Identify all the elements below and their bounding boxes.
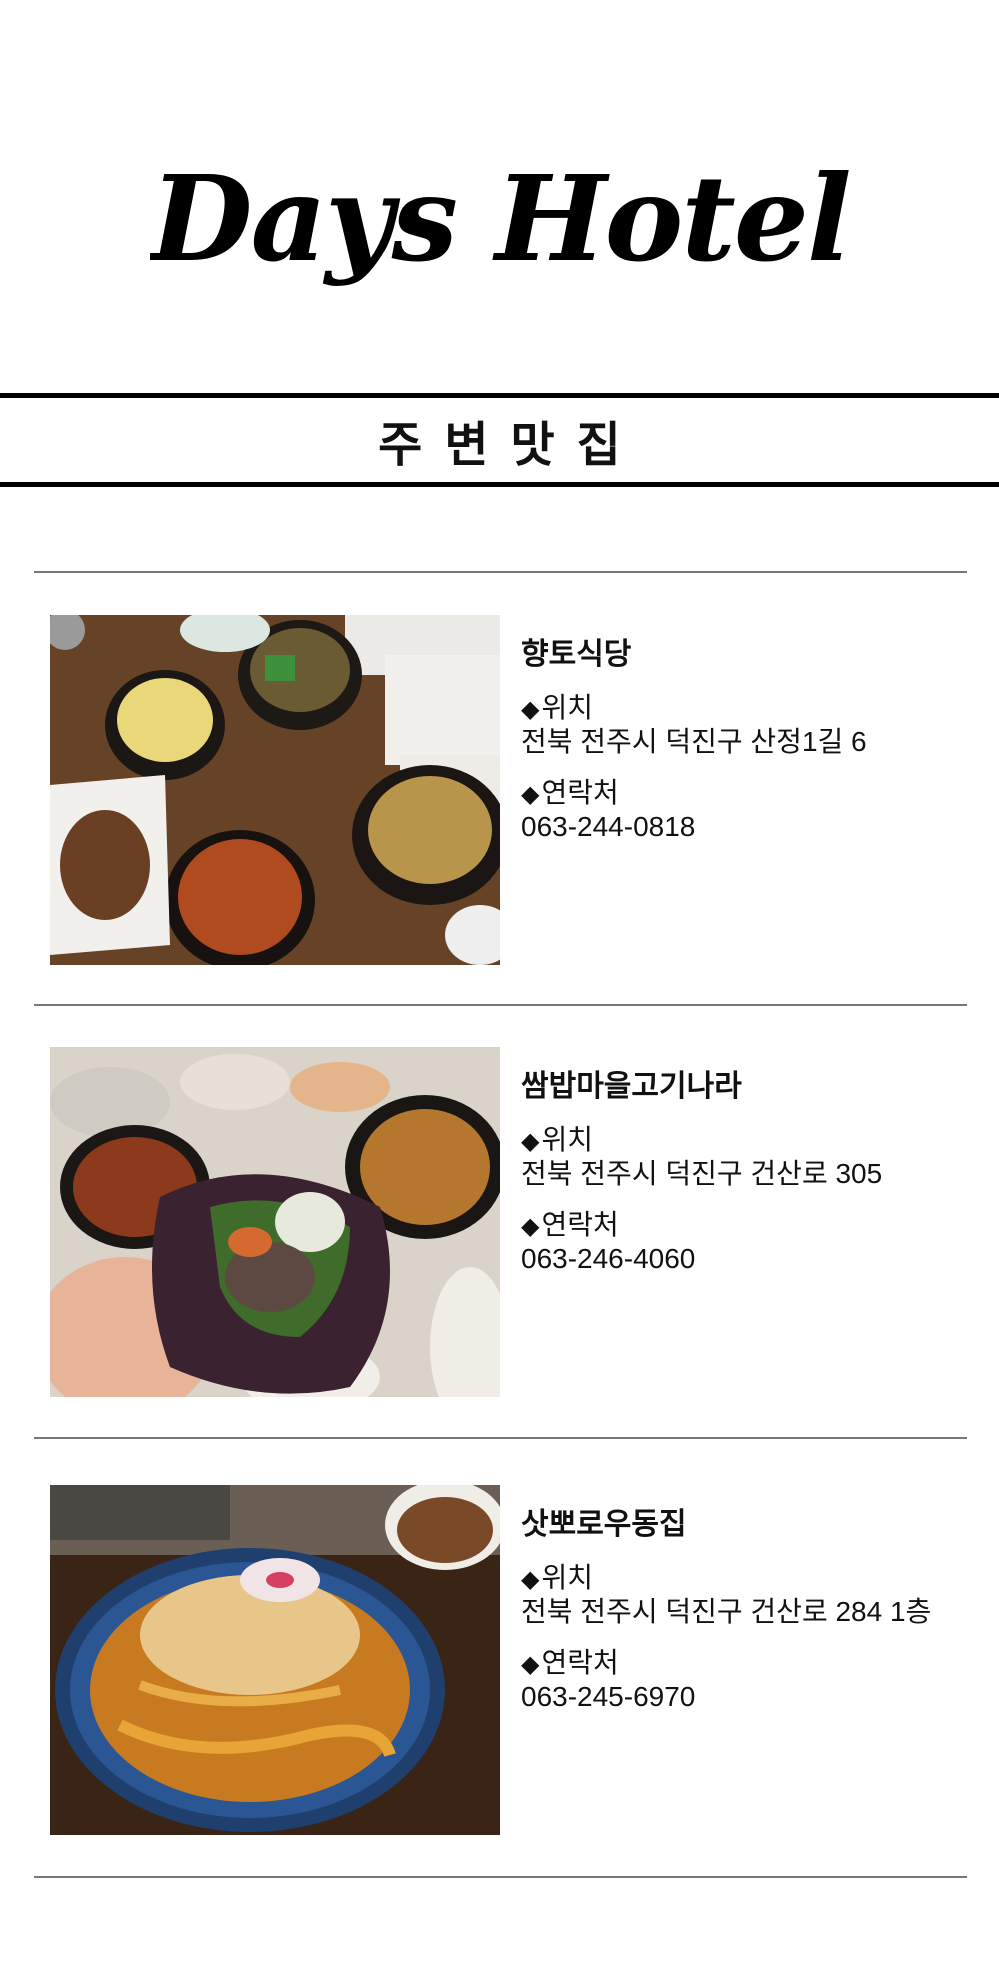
section-title: 주변맛집 [378,417,643,473]
restaurant-name: 삿뽀로우동집 [521,1508,687,1541]
restaurant-address: 전북 전주시 덕진구 건산로 305 [521,1157,883,1189]
restaurant-phone: 063-245-6970 [521,1681,696,1713]
divider [34,1437,967,1439]
hotel-logo-text: Days Hotel [150,149,850,288]
diamond-icon: ◆ [521,1128,540,1155]
restaurant-phone: 063-246-4060 [521,1243,696,1275]
restaurant-photo [50,1047,500,1397]
restaurant-address: 전북 전주시 덕진구 산정1길 6 [521,725,867,757]
restaurant-card: 쌈밥마을고기나라 ◆위치 전북 전주시 덕진구 건산로 305 ◆연락처 063… [50,1047,950,1397]
contact-label: ◆연락처 [521,1209,619,1241]
restaurant-info: 쌈밥마을고기나라 ◆위치 전북 전주시 덕진구 건산로 305 ◆연락처 063… [521,1069,961,1294]
restaurant-photo [50,615,500,965]
divider [34,1004,967,1006]
divider [34,571,967,573]
hotel-logo: Days Hotel [0,120,999,350]
contact-label: ◆연락처 [521,1647,619,1679]
restaurant-photo [50,1485,500,1835]
restaurant-address: 전북 전주시 덕진구 건산로 284 1층 [521,1595,932,1627]
restaurant-phone: 063-244-0818 [521,811,696,843]
diamond-icon: ◆ [521,696,540,723]
location-label: ◆위치 [521,1124,593,1155]
restaurant-name: 향토식당 [521,638,632,671]
location-label: ◆위치 [521,692,593,723]
restaurant-card: 삿뽀로우동집 ◆위치 전북 전주시 덕진구 건산로 284 1층 ◆연락처 06… [50,1485,950,1835]
diamond-icon: ◆ [521,1566,540,1593]
diamond-icon: ◆ [521,1651,540,1679]
section-header: 주변맛집 [0,393,999,487]
restaurant-info: 삿뽀로우동집 ◆위치 전북 전주시 덕진구 건산로 284 1층 ◆연락처 06… [521,1507,961,1732]
restaurant-info: 향토식당 ◆위치 전북 전주시 덕진구 산정1길 6 ◆연락처 063-244-… [521,637,961,862]
contact-label: ◆연락처 [521,777,619,809]
hotel-logo-wordmark: Days Hotel [150,149,850,288]
restaurant-name: 쌈밥마을고기나라 [521,1070,742,1103]
divider [34,1876,967,1878]
restaurant-card: 향토식당 ◆위치 전북 전주시 덕진구 산정1길 6 ◆연락처 063-244-… [50,615,950,965]
diamond-icon: ◆ [521,1213,540,1241]
diamond-icon: ◆ [521,781,540,809]
location-label: ◆위치 [521,1562,593,1593]
